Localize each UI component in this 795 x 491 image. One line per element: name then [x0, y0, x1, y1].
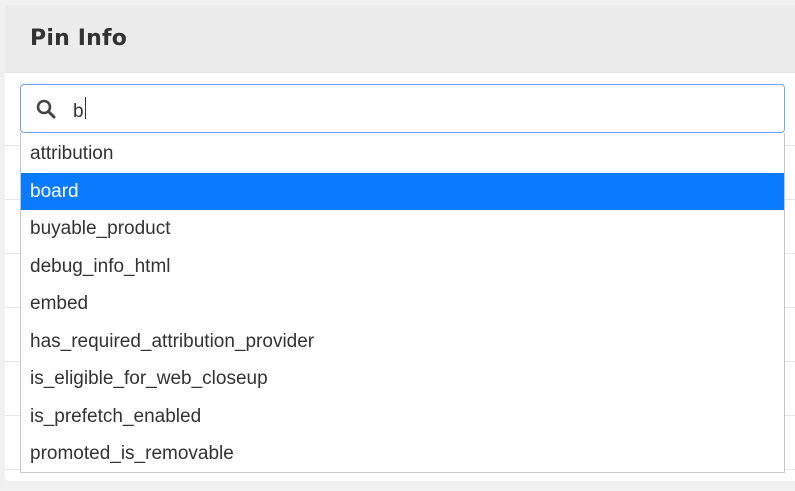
panel-title: Pin Info	[30, 26, 128, 51]
dropdown-option[interactable]: debug_info_html	[21, 248, 784, 286]
dropdown-option[interactable]: buyable_product	[21, 210, 784, 248]
search-icon	[36, 99, 56, 119]
dropdown-option[interactable]: is_prefetch_enabled	[21, 398, 784, 436]
dropdown-option[interactable]: promoted_is_removable	[21, 435, 784, 473]
dropdown-option[interactable]: embed	[21, 285, 784, 323]
pin-info-panel: Pin Info b attribution board buyable_produ…	[5, 5, 795, 481]
dropdown-option[interactable]: attribution	[21, 135, 784, 173]
autocomplete-dropdown: attribution board buyable_product debug_inf…	[20, 133, 785, 473]
search-field[interactable]: b	[20, 84, 785, 133]
panel-header: Pin Info	[5, 5, 795, 73]
search-input[interactable]: b	[73, 95, 753, 123]
dropdown-option[interactable]: has_required_attribution_provider	[21, 323, 784, 361]
search-input-value: b	[73, 100, 84, 122]
text-caret	[84, 96, 86, 119]
dropdown-option[interactable]: is_eligible_for_web_closeup	[21, 360, 784, 398]
dropdown-option[interactable]: board	[21, 172, 784, 210]
